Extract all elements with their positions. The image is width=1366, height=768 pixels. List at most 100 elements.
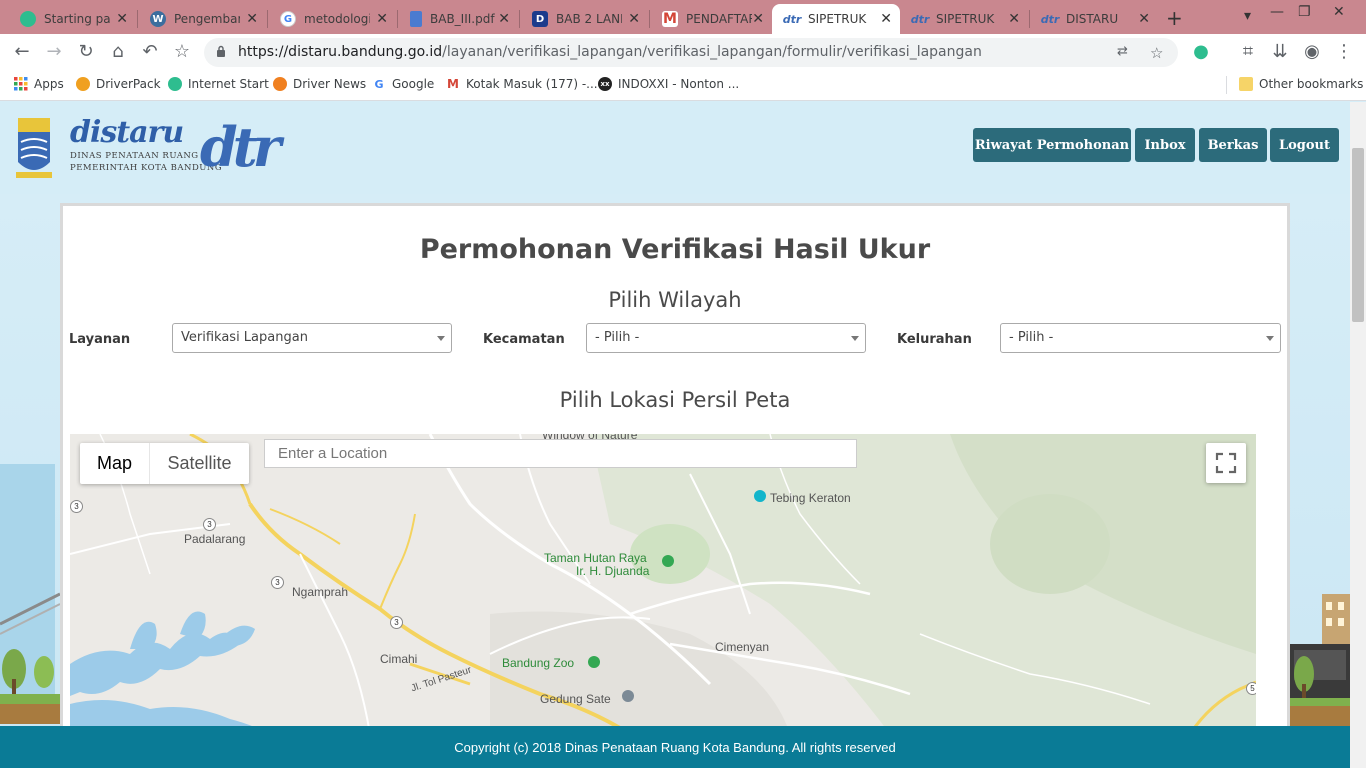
browser-tab[interactable]: M PENDAFTARAN ✕: [650, 4, 772, 34]
close-icon[interactable]: ✕: [628, 11, 640, 27]
bookmark-label: Google: [392, 77, 435, 91]
other-bookmarks[interactable]: Other bookmarks: [1239, 77, 1363, 91]
restore-icon[interactable]: ❐: [1298, 4, 1311, 20]
map-label-cimahi: Cimahi: [380, 652, 418, 666]
minimize-icon[interactable]: —: [1270, 4, 1284, 20]
close-window-icon[interactable]: ✕: [1333, 4, 1345, 20]
bg-bridge: [0, 592, 60, 724]
back-icon[interactable]: ←: [10, 40, 34, 64]
map-label-tebing-keraton: Tebing Keraton: [770, 491, 851, 505]
map-type-satellite-button[interactable]: Satellite: [150, 443, 249, 484]
bookmark-indoxxi[interactable]: xx INDOXXI - Nonton ...: [598, 77, 739, 91]
downloads-icon[interactable]: ⇊: [1268, 40, 1292, 64]
inbox-button[interactable]: Inbox: [1135, 128, 1195, 162]
tab-label: BAB 2 LANDASAN: [556, 12, 622, 26]
new-tab-icon[interactable]: +: [1166, 6, 1183, 30]
route-shield: 3: [390, 616, 403, 629]
copyright-text: Copyright (c) 2018 Dinas Penataan Ruang …: [454, 739, 896, 755]
url-text: https://distaru.bandung.go.id/layanan/ve…: [238, 44, 982, 60]
reload-icon[interactable]: ↻: [74, 40, 98, 64]
bookmark-driver-news[interactable]: Driver News: [273, 77, 366, 91]
close-icon[interactable]: ✕: [116, 11, 128, 27]
browser-tab[interactable]: G metodologi ✕: [268, 4, 396, 34]
tab-label: BAB_III.pdf: [430, 12, 495, 26]
browser-toolbar: ← → ↻ ⌂ ↶ ☆ https://distaru.bandung.go.i…: [0, 34, 1366, 70]
bookmark-driverpack[interactable]: DriverPack: [76, 77, 161, 91]
browser-tab[interactable]: BAB_III.pdf ✕: [398, 4, 518, 34]
tab-label: DISTARU: [1066, 12, 1119, 26]
browser-tab[interactable]: dtr SIPETRUK ✕: [900, 4, 1028, 34]
browser-tab[interactable]: W Pengembangan ✕: [138, 4, 266, 34]
bookmark-kotak-masuk[interactable]: M Kotak Masuk (177) -...: [446, 77, 598, 91]
extension-icon[interactable]: ●: [1189, 40, 1213, 64]
route-shield: 5: [1246, 682, 1256, 695]
form-card: Permohonan Verifikasi Hasil Ukur Pilih W…: [60, 203, 1290, 733]
browser-tab[interactable]: Starting page ✕: [8, 4, 136, 34]
bookmark-google[interactable]: G Google: [372, 77, 434, 91]
close-icon[interactable]: ✕: [246, 11, 258, 27]
wilayah-heading: Pilih Wilayah: [608, 288, 742, 312]
logout-button[interactable]: Logout: [1270, 128, 1339, 162]
tab-label: metodologi: [304, 12, 370, 26]
browser-tab-active[interactable]: dtr SIPETRUK ✕: [772, 4, 900, 34]
gmail-icon: M: [446, 77, 460, 91]
bookmark-label: Driver News: [293, 77, 367, 91]
map-label-ngamprah: Ngamprah: [292, 585, 349, 599]
chevron-down-icon: [1266, 336, 1274, 341]
browser-tab-strip: Starting page ✕ W Pengembangan ✕ G metod…: [0, 0, 1366, 34]
undo-icon[interactable]: ↶: [138, 40, 162, 64]
kecamatan-selected-value: - Pilih -: [595, 330, 640, 345]
route-shield: 3: [70, 500, 83, 513]
tab-label: Pengembangan: [174, 12, 240, 26]
forward-icon[interactable]: →: [42, 40, 66, 64]
chevron-down-icon: [851, 336, 859, 341]
starting-page-icon: [20, 11, 36, 27]
bookmark-internet-start[interactable]: Internet Start: [168, 77, 269, 91]
browser-tab[interactable]: D BAB 2 LANDASAN ✕: [520, 4, 648, 34]
gmail-icon: M: [662, 11, 678, 27]
tab-search-icon[interactable]: ▾: [1244, 8, 1251, 24]
bookmark-star-icon[interactable]: ☆: [1150, 44, 1163, 62]
crop-icon[interactable]: ⌗: [1236, 40, 1260, 64]
folder-icon: [1239, 77, 1253, 91]
map-label-cimenyan: Cimenyan: [715, 640, 770, 654]
fullscreen-button[interactable]: [1206, 443, 1246, 483]
site-header: distaru DINAS PENATAAN RUANG PEMERINTAH …: [0, 102, 1350, 194]
page-scrollbar[interactable]: [1350, 102, 1366, 768]
lock-icon: [217, 45, 225, 57]
profile-icon[interactable]: ◉: [1300, 40, 1324, 64]
driverpack-icon: [76, 77, 90, 91]
home-icon[interactable]: ⌂: [106, 40, 130, 64]
translate-icon[interactable]: ⇄: [1117, 44, 1128, 59]
close-icon[interactable]: ✕: [376, 11, 388, 27]
layanan-select[interactable]: Verifikasi Lapangan: [172, 323, 452, 353]
browser-tab[interactable]: dtr DISTARU ✕: [1030, 4, 1158, 34]
star-icon[interactable]: ☆: [170, 40, 194, 64]
apps-icon: [14, 77, 28, 91]
route-shield: 3: [271, 576, 284, 589]
other-bookmarks-label: Other bookmarks: [1259, 77, 1364, 91]
map-label-bandung-zoo: Bandung Zoo: [502, 656, 575, 670]
address-bar[interactable]: https://distaru.bandung.go.id/layanan/ve…: [204, 38, 1178, 67]
close-icon[interactable]: ✕: [880, 11, 892, 27]
bookmark-apps[interactable]: Apps: [14, 77, 64, 91]
kecamatan-select[interactable]: - Pilih -: [586, 323, 866, 353]
kelurahan-select[interactable]: - Pilih -: [1000, 323, 1281, 353]
menu-icon[interactable]: ⋮: [1332, 40, 1356, 64]
scrollbar-thumb[interactable]: [1352, 148, 1364, 322]
berkas-button[interactable]: Berkas: [1199, 128, 1267, 162]
close-icon[interactable]: ✕: [1008, 11, 1020, 27]
location-map[interactable]: Map Satellite Enter a Location Window of…: [70, 434, 1256, 733]
map-type-map-button[interactable]: Map: [80, 443, 150, 484]
url-host: https://distaru.bandung.go.id: [238, 44, 443, 60]
dtr-icon: dtr: [782, 11, 802, 27]
riwayat-permohonan-button[interactable]: Riwayat Permohonan: [973, 128, 1131, 162]
map-location-search-input[interactable]: Enter a Location: [264, 439, 857, 468]
d-icon: D: [532, 11, 548, 27]
kelurahan-selected-value: - Pilih -: [1009, 330, 1054, 345]
close-icon[interactable]: ✕: [498, 11, 510, 27]
close-icon[interactable]: ✕: [1138, 11, 1150, 27]
bookmarks-bar: Apps DriverPack Internet Start Driver Ne…: [0, 70, 1366, 101]
tab-label: PENDAFTARAN: [686, 12, 752, 26]
close-icon[interactable]: ✕: [752, 11, 764, 27]
